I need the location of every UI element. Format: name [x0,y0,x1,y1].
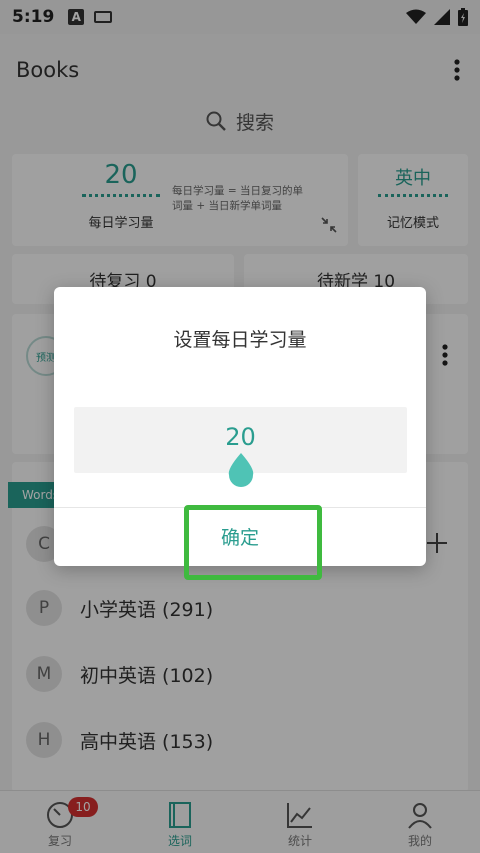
amount-slider-value: 20 [225,423,256,451]
confirm-button[interactable]: 确定 [188,507,292,566]
amount-slider[interactable]: 20 [74,407,407,487]
slider-thumb-icon[interactable] [227,453,255,487]
daily-amount-dialog: 设置每日学习量 20 确定 [54,287,426,566]
dialog-title: 设置每日学习量 [173,329,307,351]
